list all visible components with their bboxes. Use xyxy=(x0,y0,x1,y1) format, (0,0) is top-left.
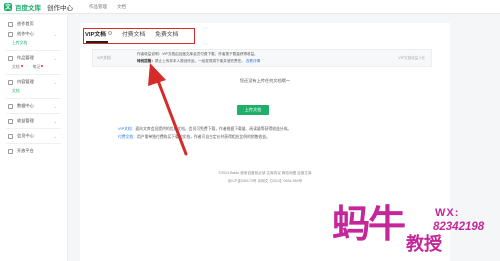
folder-icon xyxy=(8,55,13,61)
sidebar-item-works[interactable]: 作品管理 ⌄ xyxy=(0,53,67,63)
top-nav: 作品管理 文档 xyxy=(89,4,126,10)
logo-subtitle: 创作中心 xyxy=(47,4,73,12)
sidebar-subitem-note[interactable]: 笔记 xyxy=(33,65,44,70)
chevron-down-icon: ⌄ xyxy=(53,133,57,139)
sidebar-item-label: 收益管理 xyxy=(17,118,34,123)
wallet-icon xyxy=(8,118,13,124)
sidebar-item-label: 会员中心 xyxy=(17,133,34,138)
sidebar-item-label: 数据中心 xyxy=(17,103,34,108)
description-text: 用户需单独付费购买下载的文档，作者可自主定价并获得相应比例的销售收益。 xyxy=(136,135,270,139)
notice-text: 禁止上传非本人原创作品，一经发现将下架并追究责任。 xyxy=(154,59,245,63)
sidebar: 创作首页 创作中心 ⌄ 上传文档 作品管理 ⌄ 文档 笔记 内容管理 ⌄ 文档 … xyxy=(0,15,68,261)
logo-text: 百度文库 xyxy=(15,4,41,12)
description-text: 面向文库会员提供的优质文档，会员可免费下载，作者根据下载量、阅读量等获得收益分成… xyxy=(135,127,292,131)
sidebar-item-label: 内容管理 xyxy=(17,79,34,84)
chart-icon xyxy=(8,103,13,109)
platform-icon xyxy=(8,148,13,154)
divider xyxy=(6,98,61,99)
divider xyxy=(6,74,61,75)
sidebar-subitem-upload[interactable]: 上传文档 xyxy=(12,41,27,46)
sidebar-item-label: 创作中心 xyxy=(17,31,34,36)
logo[interactable]: 文 百度文库 创作中心 xyxy=(4,2,73,12)
description-highlight: 付费文档： xyxy=(118,135,137,139)
sidebar-subitems: 文档 笔记 xyxy=(0,63,67,72)
logo-icon: 文 xyxy=(4,2,12,11)
sidebar-subitem-doc[interactable]: 文档 xyxy=(12,65,23,70)
highlight-box xyxy=(83,28,195,44)
content-icon xyxy=(8,79,13,85)
chevron-down-icon: ⌄ xyxy=(53,103,57,109)
description-highlight: VIP文档： xyxy=(118,127,136,131)
sidebar-item-create[interactable]: 创作中心 ⌄ xyxy=(0,29,67,39)
divider xyxy=(6,113,61,114)
watermark-wx: WX: xyxy=(435,207,460,219)
divider xyxy=(6,143,61,144)
sidebar-item-label: 创作首页 xyxy=(17,21,34,26)
upload-button[interactable]: 上传文档 xyxy=(237,105,269,115)
notice-right: VIP文档收益 0元 xyxy=(398,56,425,60)
sidebar-item-content[interactable]: 内容管理 ⌄ xyxy=(0,77,67,87)
member-icon xyxy=(8,133,13,139)
sidebar-subitems: 文档 xyxy=(0,87,67,96)
notice-link[interactable]: 查看详情 xyxy=(246,59,260,63)
footer-links[interactable]: ©2024 Baidu 使用百度前必读 文库协议 网站地图 百度文库 xyxy=(80,171,450,176)
sidebar-item-income[interactable]: 收益管理 ⌄ xyxy=(0,116,67,126)
sidebar-item-member[interactable]: 会员中心 ⌄ xyxy=(0,131,67,141)
sidebar-subitems: 上传文档 xyxy=(0,39,67,48)
notice-tag: VIP文档 xyxy=(97,56,111,60)
top-nav-item[interactable]: 作品管理 xyxy=(89,4,107,10)
notice-line: 特别提醒：禁止上传非本人原创作品，一经发现将下架并追究责任。 查看详情 xyxy=(137,59,260,64)
create-icon xyxy=(8,31,13,37)
top-bar: 文 百度文库 创作中心 作品管理 文档 xyxy=(0,0,500,14)
notice-bold: 特别提醒： xyxy=(137,59,155,63)
notice-banner: VIP文档 作者收益说明：VIP文档由百度文库会员付费下载，作者按下载量获得收益… xyxy=(92,49,432,67)
sidebar-item-data[interactable]: 数据中心 ⌄ xyxy=(0,101,67,111)
sidebar-item-open[interactable]: 开放平台 xyxy=(0,146,67,156)
chevron-down-icon: ⌄ xyxy=(53,118,57,124)
divider xyxy=(6,50,61,51)
chevron-down-icon: ⌄ xyxy=(53,79,57,85)
watermark-big-text: 蚂牛 xyxy=(332,201,406,246)
watermark-sub-text: 教授 xyxy=(406,234,442,254)
sidebar-item-label: 开放平台 xyxy=(17,148,34,153)
home-icon xyxy=(8,21,13,27)
divider xyxy=(6,128,61,129)
notice-line: 作者收益说明：VIP文档由百度文库会员付费下载，作者按下载量获得收益。 xyxy=(137,52,258,56)
chevron-down-icon: ⌄ xyxy=(53,31,57,37)
footer-legal: 京ICP证030173号 京网文【2013】0934-983号 xyxy=(227,179,303,183)
top-nav-item[interactable]: 文档 xyxy=(117,4,126,10)
empty-state-text: 您还没有上传任何文档哦～ xyxy=(239,78,291,83)
watermark: 蚂牛 WX: 82342198 教授 xyxy=(332,205,500,261)
sidebar-subitem-active[interactable]: 文档 xyxy=(12,89,20,94)
sidebar-item-label: 作品管理 xyxy=(17,55,34,60)
description-line: VIP文档：面向文库会员提供的优质文档，会员可免费下载，作者根据下载量、阅读量等… xyxy=(118,127,418,132)
description-line: 付费文档：用户需单独付费购买下载的文档，作者可自主定价并获得相应比例的销售收益。 xyxy=(118,135,418,140)
chevron-down-icon: ⌄ xyxy=(53,55,57,61)
watermark-number: 82342198 xyxy=(433,221,485,233)
sidebar-item-home[interactable]: 创作首页 xyxy=(0,19,67,29)
